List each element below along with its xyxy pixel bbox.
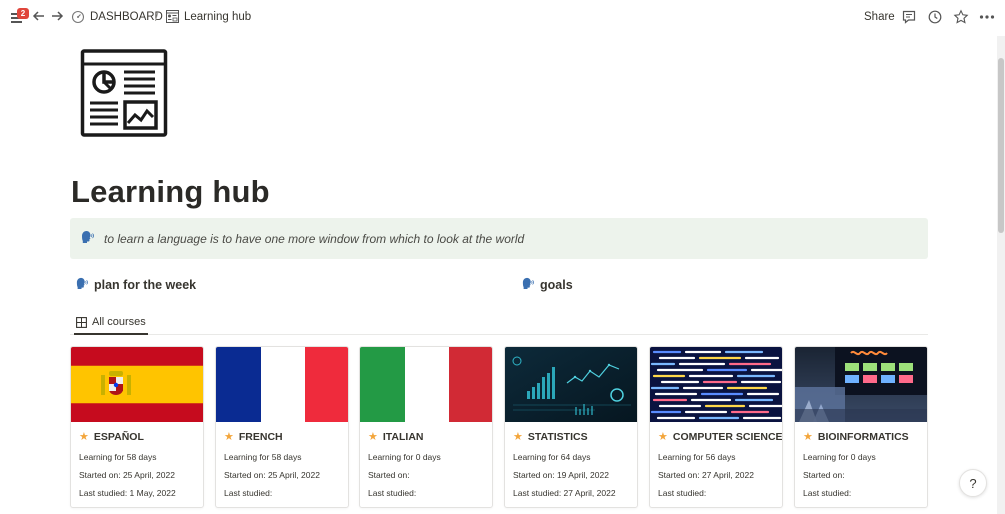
star-icon: ★ xyxy=(658,431,668,443)
course-card-bioinformatics[interactable]: ★ BIOINFORMATICS Learning for 0 days Star… xyxy=(794,346,928,508)
quote-callout: to learn a language is to have one more … xyxy=(70,218,928,259)
card-title: ★ FRENCH xyxy=(224,430,283,444)
page-title: Learning hub xyxy=(71,174,270,209)
card-learning-days: Learning for 64 days xyxy=(513,452,591,462)
tab-all-courses-label: All courses xyxy=(92,316,146,328)
link-plan-for-the-week-label: plan for the week xyxy=(94,277,197,292)
card-learning-days: Learning for 58 days xyxy=(79,452,157,462)
card-last-studied: Last studied: xyxy=(803,488,852,498)
history-clock-icon[interactable] xyxy=(927,9,945,27)
course-card-statistics[interactable]: ★ STATISTICS Learning for 64 days Started… xyxy=(504,346,638,508)
more-options-icon[interactable] xyxy=(979,9,997,27)
comment-icon[interactable] xyxy=(901,9,919,27)
notification-badge: 2 xyxy=(17,8,29,19)
star-icon: ★ xyxy=(513,431,523,443)
lab-monitor-cover xyxy=(795,347,927,422)
learning-hub-page-icon xyxy=(166,10,179,23)
card-started-on: Started on: 25 April, 2022 xyxy=(224,470,320,480)
spain-flag-cover xyxy=(71,347,203,422)
card-learning-days: Learning for 0 days xyxy=(803,452,876,462)
card-title: ★ ESPAÑOL xyxy=(79,430,144,444)
course-card-computer-science[interactable]: ★ COMPUTER SCIENCE Learning for 56 days S… xyxy=(649,346,783,508)
topbar: 2 DASHBOARD / Learning hub Share xyxy=(0,0,1005,36)
card-started-on: Started on: 25 April, 2022 xyxy=(79,470,175,480)
back-arrow-icon[interactable] xyxy=(31,9,47,27)
card-learning-days: Learning for 58 days xyxy=(224,452,302,462)
link-goals-label: goals xyxy=(540,277,573,292)
card-last-studied: Last studied: xyxy=(658,488,707,498)
card-last-studied: Last studied: 1 May, 2022 xyxy=(79,488,176,498)
link-plan-for-the-week[interactable]: plan for the week xyxy=(75,277,196,292)
card-learning-days: Learning for 0 days xyxy=(368,452,441,462)
card-started-on: Started on: 27 April, 2022 xyxy=(658,470,754,480)
star-icon: ★ xyxy=(79,431,89,443)
data-dashboard-cover xyxy=(505,347,637,422)
card-title: ★ BIOINFORMATICS xyxy=(803,430,909,444)
italy-flag-cover xyxy=(360,347,492,422)
breadcrumb-dashboard-label: DASHBOARD xyxy=(90,11,163,23)
course-card-italian[interactable]: ★ ITALIAN Learning for 0 days Started on:… xyxy=(359,346,493,508)
code-screen-cover xyxy=(650,347,782,422)
breadcrumb-current-label: Learning hub xyxy=(184,10,252,23)
star-icon: ★ xyxy=(803,431,813,443)
scrollbar-thumb[interactable] xyxy=(998,58,1004,233)
star-icon: ★ xyxy=(368,431,378,443)
favorite-star-icon[interactable] xyxy=(953,9,971,27)
forward-arrow-icon[interactable] xyxy=(49,9,65,27)
card-title: ★ STATISTICS xyxy=(513,430,588,444)
tab-all-courses[interactable]: All courses xyxy=(74,311,148,335)
course-card-espanol[interactable]: ★ ESPAÑOL Learning for 58 days Started on… xyxy=(70,346,204,508)
breadcrumb-learning-hub[interactable]: Learning hub xyxy=(166,10,251,23)
dashboard-gauge-icon xyxy=(71,10,85,24)
database-view-tabs: All courses xyxy=(70,311,928,335)
callout-quote-text: to learn a language is to have one more … xyxy=(104,231,525,246)
card-last-studied: Last studied: xyxy=(224,488,273,498)
gallery-grid-icon xyxy=(76,316,87,328)
card-last-studied: Last studied: xyxy=(368,488,417,498)
star-icon: ★ xyxy=(224,431,234,443)
card-title: ★ COMPUTER SCIENCE xyxy=(658,430,783,444)
course-card-french[interactable]: ★ FRENCH Learning for 58 days Started on:… xyxy=(215,346,349,508)
card-last-studied: Last studied: 27 April, 2022 xyxy=(513,488,616,498)
link-goals[interactable]: goals xyxy=(521,277,573,292)
speaking-head-icon xyxy=(80,230,94,248)
france-flag-cover xyxy=(216,347,348,422)
card-title: ★ ITALIAN xyxy=(368,430,424,444)
speaking-head-icon xyxy=(521,277,534,292)
card-started-on: Started on: 19 April, 2022 xyxy=(513,470,609,480)
speaking-head-icon xyxy=(75,277,88,292)
help-button[interactable]: ? xyxy=(959,469,987,497)
breadcrumb-dashboard[interactable]: DASHBOARD xyxy=(71,10,163,24)
card-learning-days: Learning for 56 days xyxy=(658,452,736,462)
share-button[interactable]: Share xyxy=(864,11,895,23)
page-dashboard-icon[interactable] xyxy=(80,48,168,138)
breadcrumb-separator: / xyxy=(155,10,159,24)
card-started-on: Started on: xyxy=(368,470,410,480)
card-started-on: Started on: xyxy=(803,470,845,480)
